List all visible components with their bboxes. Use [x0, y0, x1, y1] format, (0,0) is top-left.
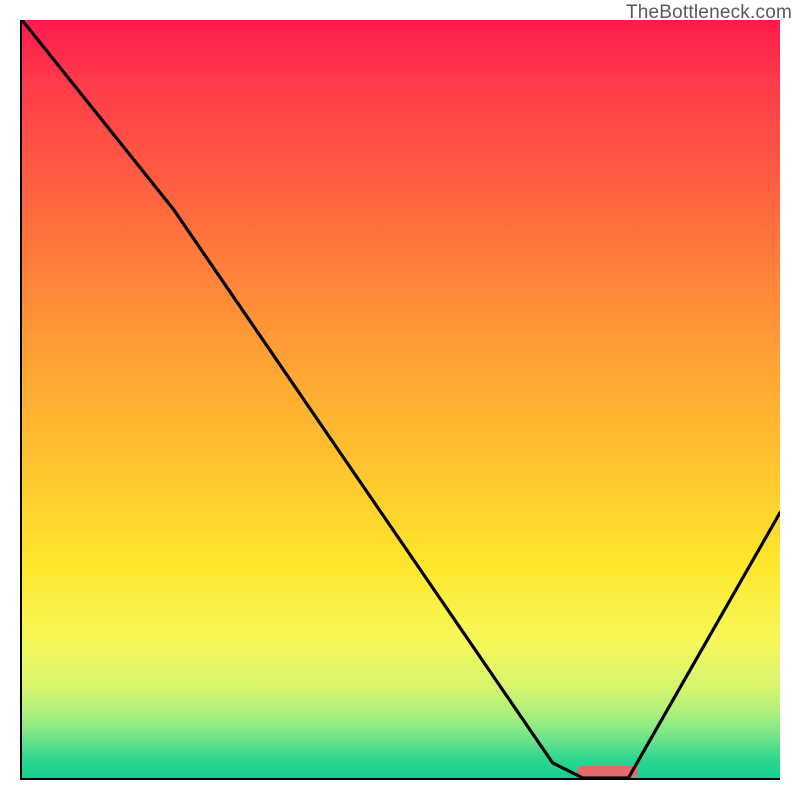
chart-stage: TheBottleneck.com	[0, 0, 800, 800]
curve-path	[22, 20, 780, 778]
bottleneck-curve	[22, 20, 780, 778]
plot-area	[20, 20, 780, 780]
